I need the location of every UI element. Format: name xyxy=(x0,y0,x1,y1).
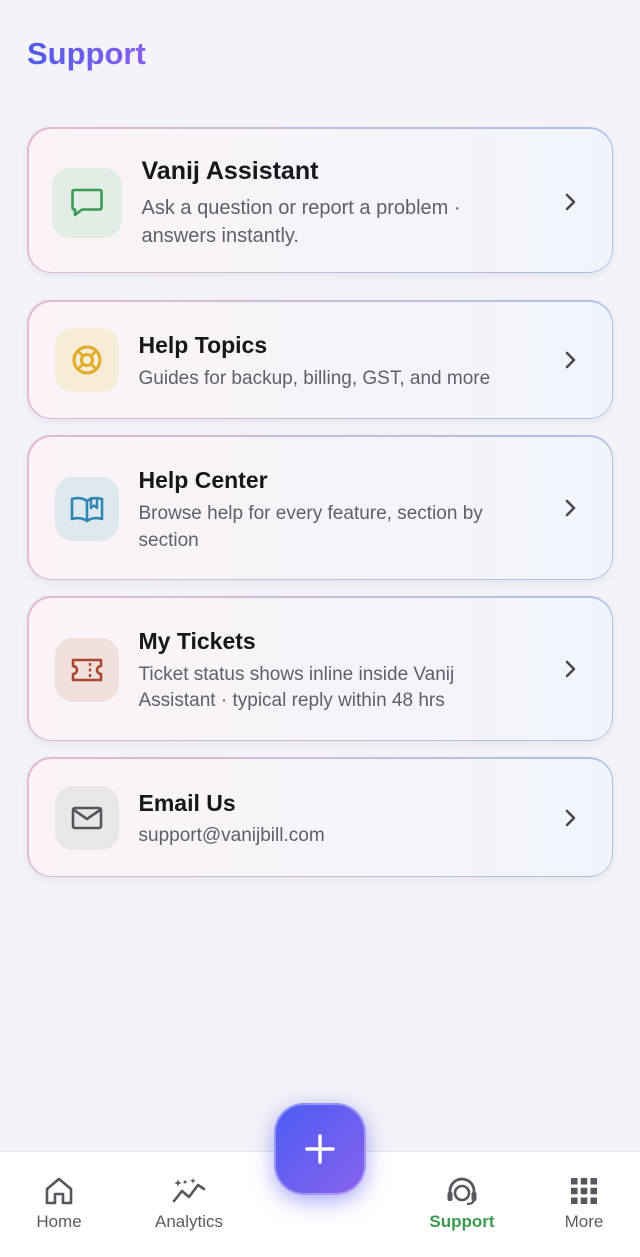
nav-label: More xyxy=(564,1212,604,1231)
nav-label: Analytics xyxy=(154,1212,224,1231)
chevron-right-icon xyxy=(565,660,575,677)
add-fab-button[interactable] xyxy=(274,1103,366,1195)
chat-bubble-icon-tile xyxy=(51,167,122,238)
card-subtitle-line-2: Assistant · typical reply within 48 hrs xyxy=(138,689,445,711)
card-subtitle-line-1: Ticket status shows inline inside Vanij xyxy=(138,663,455,685)
card-help-topics[interactable]: Help Topics Guides for backup, billing, … xyxy=(27,300,613,419)
card-title: Email Us xyxy=(138,789,236,816)
card-title: Help Center xyxy=(138,466,268,493)
nav-label: Support xyxy=(429,1212,495,1231)
card-subtitle-line-1: Guides for backup, billing, GST, and mor… xyxy=(138,367,491,389)
card-subtitle-line-1: Browse help for every feature, section b… xyxy=(138,502,483,524)
chat-bubble-icon xyxy=(70,188,103,216)
open-book-icon-tile xyxy=(54,476,119,541)
card-subtitle-line-2: answers instantly. xyxy=(141,224,299,247)
card-vanij-assistant[interactable]: Vanij Assistant Ask a question or report… xyxy=(27,127,613,273)
chevron-right-icon xyxy=(565,193,575,210)
lifebuoy-icon-tile xyxy=(54,327,119,392)
card-subtitle-line-1: Ask a question or report a problem · xyxy=(141,196,461,219)
plus-icon xyxy=(305,1134,335,1164)
analytics-icon xyxy=(172,1178,206,1203)
card-help-center[interactable]: Help Center Browse help for every featur… xyxy=(27,435,613,580)
card-title: Help Topics xyxy=(138,331,268,358)
card-title: Vanij Assistant xyxy=(141,156,319,185)
chevron-right-icon xyxy=(565,809,575,826)
ticket-icon xyxy=(71,658,102,681)
nav-item-more[interactable]: More xyxy=(548,1152,620,1257)
mail-icon xyxy=(71,806,102,829)
card-email-us[interactable]: Email Us support@vanijbill.com xyxy=(27,757,613,877)
open-book-icon xyxy=(70,496,103,522)
card-title: My Tickets xyxy=(138,627,256,654)
nav-item-analytics[interactable]: Analytics xyxy=(143,1152,235,1257)
card-subtitle-line-1: support@vanijbill.com xyxy=(138,824,325,846)
home-icon xyxy=(45,1177,73,1205)
ticket-icon-tile xyxy=(54,637,119,702)
mail-icon-tile xyxy=(54,785,119,850)
chevron-right-icon xyxy=(565,499,575,516)
card-my-tickets[interactable]: My Tickets Ticket status shows inline in… xyxy=(27,596,613,741)
chevron-right-icon xyxy=(565,351,575,368)
lifebuoy-icon xyxy=(72,345,101,374)
nav-label: Home xyxy=(36,1212,82,1231)
nav-item-home[interactable]: Home xyxy=(18,1152,100,1257)
page-title: Support xyxy=(27,36,146,71)
card-subtitle-line-2: section xyxy=(138,529,199,551)
nav-item-support[interactable]: Support xyxy=(420,1152,504,1257)
grid-icon xyxy=(571,1178,597,1204)
headset-icon xyxy=(447,1177,477,1206)
